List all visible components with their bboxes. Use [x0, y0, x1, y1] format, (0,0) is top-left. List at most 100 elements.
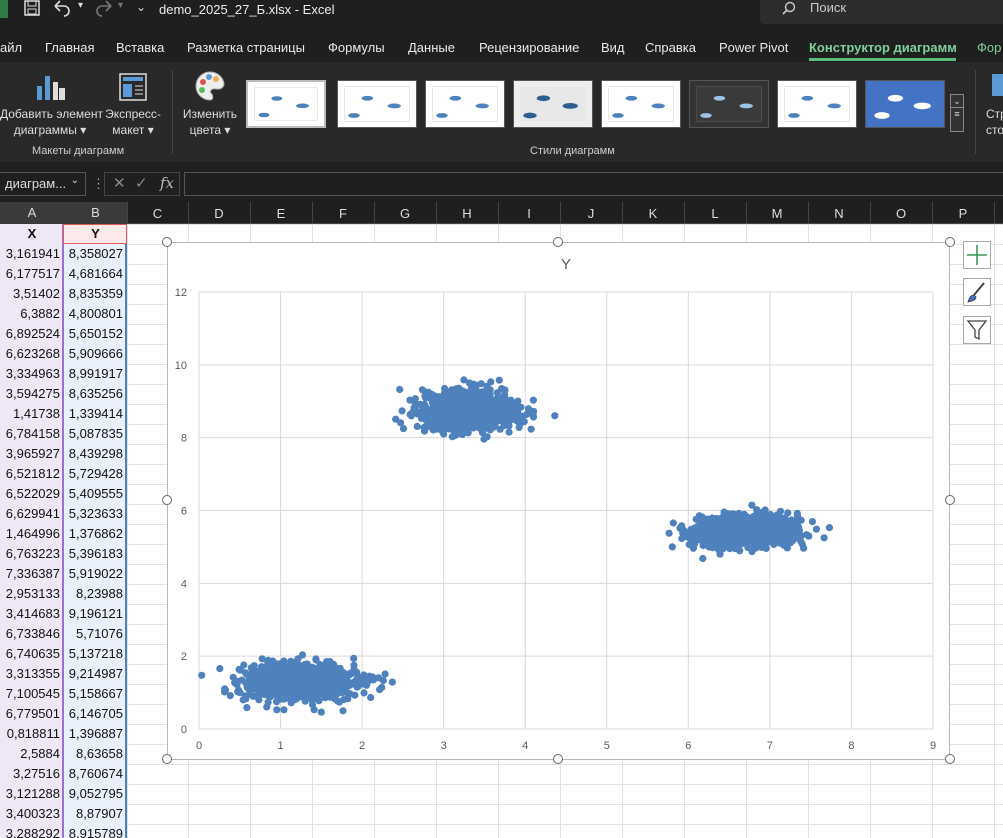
column-header-e[interactable]: E: [250, 206, 312, 221]
table-cell[interactable]: 1,396887: [64, 724, 126, 744]
table-cell[interactable]: 3,288292: [0, 824, 63, 838]
chart-elements-button[interactable]: [963, 241, 991, 269]
tab-power-pivot[interactable]: Power Pivot: [719, 40, 788, 55]
column-header-n[interactable]: N: [808, 206, 870, 221]
chart-style-3[interactable]: [425, 80, 505, 128]
formula-input[interactable]: [184, 172, 1003, 196]
table-cell[interactable]: 3,334963: [0, 364, 63, 384]
table-cell[interactable]: 5,650152: [64, 324, 126, 344]
add-chart-element-button[interactable]: Добавить элемент диаграммы ▾: [0, 66, 103, 142]
table-cell[interactable]: 6,521812: [0, 464, 63, 484]
redo-dropdown-icon[interactable]: ▾: [118, 0, 123, 20]
column-header-i[interactable]: I: [498, 206, 560, 221]
table-cell[interactable]: 6,629941: [0, 504, 63, 524]
header-cell-x[interactable]: X: [0, 224, 64, 244]
chart-style-8[interactable]: [865, 80, 945, 128]
table-cell[interactable]: 5,158667: [64, 684, 126, 704]
table-cell[interactable]: 6,740635: [0, 644, 63, 664]
table-cell[interactable]: 1,339414: [64, 404, 126, 424]
insert-function-button[interactable]: fx: [160, 174, 174, 192]
table-cell[interactable]: 5,396183: [64, 544, 126, 564]
table-cell[interactable]: 2,5884: [0, 744, 63, 764]
save-icon[interactable]: [24, 0, 40, 20]
table-cell[interactable]: 6,779501: [0, 704, 63, 724]
switch-row-column-label[interactable]: Стр: [986, 106, 1003, 122]
table-cell[interactable]: 6,177517: [0, 264, 63, 284]
resize-handle-br[interactable]: [945, 754, 955, 764]
resize-handle-bl[interactable]: [162, 754, 172, 764]
redo-icon[interactable]: [92, 0, 114, 20]
customize-toolbar-icon[interactable]: ⌄: [136, 0, 146, 20]
table-cell[interactable]: 2,953133: [0, 584, 63, 604]
tab-insert[interactable]: Вставка: [116, 40, 164, 55]
table-cell[interactable]: 8,23988: [64, 584, 126, 604]
table-cell[interactable]: 5,919022: [64, 564, 126, 584]
table-cell[interactable]: 6,146705: [64, 704, 126, 724]
table-cell[interactable]: 6,623268: [0, 344, 63, 364]
table-cell[interactable]: 1,464996: [0, 524, 63, 544]
table-cell[interactable]: 5,409555: [64, 484, 126, 504]
table-cell[interactable]: 8,63658: [64, 744, 126, 764]
column-header-k[interactable]: K: [622, 206, 684, 221]
chart-style-4[interactable]: [513, 80, 593, 128]
change-colors-button[interactable]: Изменить цвета ▾: [178, 66, 242, 142]
chart-styles-button[interactable]: [963, 278, 991, 306]
table-cell[interactable]: 8,439298: [64, 444, 126, 464]
resize-handle-mr[interactable]: [945, 495, 955, 505]
resize-handle-ml[interactable]: [162, 495, 172, 505]
table-cell[interactable]: 8,87907: [64, 804, 126, 824]
table-cell[interactable]: 5,909666: [64, 344, 126, 364]
table-cell[interactable]: 3,27516: [0, 764, 63, 784]
table-cell[interactable]: 1,41738: [0, 404, 63, 424]
search-input[interactable]: Поиск: [760, 0, 1003, 24]
table-cell[interactable]: 6,763223: [0, 544, 63, 564]
table-cell[interactable]: 3,121288: [0, 784, 63, 804]
table-cell[interactable]: 6,784158: [0, 424, 63, 444]
chart-area[interactable]: Y 0 1 2 3 4 5 6 7 8 9 0 2 4 6 8 10 12: [167, 242, 950, 760]
chart-style-6[interactable]: [689, 80, 769, 128]
tab-help[interactable]: Справка: [645, 40, 696, 55]
table-cell[interactable]: 3,414683: [0, 604, 63, 624]
resize-handle-tl[interactable]: [162, 237, 172, 247]
chart-style-7[interactable]: [777, 80, 857, 128]
undo-icon[interactable]: [52, 0, 74, 20]
cancel-icon[interactable]: ✕: [113, 174, 126, 192]
column-header-j[interactable]: J: [560, 206, 622, 221]
table-cell[interactable]: 7,336387: [0, 564, 63, 584]
quick-layout-button[interactable]: Экспресс- макет ▾: [102, 66, 164, 142]
table-cell[interactable]: 1,376862: [64, 524, 126, 544]
column-header-a[interactable]: A: [0, 202, 64, 224]
table-cell[interactable]: 8,915789: [64, 824, 126, 838]
table-cell[interactable]: 3,51402: [0, 284, 63, 304]
column-header-f[interactable]: F: [312, 206, 374, 221]
table-cell[interactable]: 5,71076: [64, 624, 126, 644]
column-header-d[interactable]: D: [188, 206, 250, 221]
table-cell[interactable]: 3,965927: [0, 444, 63, 464]
tab-review[interactable]: Рецензирование: [479, 40, 579, 55]
chart-title[interactable]: Y: [561, 256, 571, 273]
column-header-p[interactable]: P: [932, 206, 994, 221]
tab-home[interactable]: Главная: [45, 40, 94, 55]
name-box[interactable]: диаграм... ⌄: [0, 172, 86, 196]
table-cell[interactable]: 9,052795: [64, 784, 126, 804]
chart-style-5[interactable]: [601, 80, 681, 128]
chart-style-2[interactable]: [337, 80, 417, 128]
table-cell[interactable]: 6,892524: [0, 324, 63, 344]
tab-page-layout[interactable]: Разметка страницы: [187, 40, 305, 55]
column-header-m[interactable]: M: [746, 206, 808, 221]
table-cell[interactable]: 3,400323: [0, 804, 63, 824]
header-cell-y[interactable]: Y: [64, 224, 127, 244]
resize-handle-tr[interactable]: [945, 237, 955, 247]
column-header-b[interactable]: B: [64, 202, 127, 224]
column-header-h[interactable]: H: [436, 206, 498, 221]
tab-formulas[interactable]: Формулы: [328, 40, 385, 55]
chart-filters-button[interactable]: [963, 316, 991, 344]
table-cell[interactable]: 9,196121: [64, 604, 126, 624]
tab-chart-design[interactable]: Конструктор диаграмм: [809, 40, 957, 55]
table-cell[interactable]: 6,733846: [0, 624, 63, 644]
column-header-l[interactable]: L: [684, 206, 746, 221]
table-cell[interactable]: 5,323633: [64, 504, 126, 524]
table-cell[interactable]: 6,522029: [0, 484, 63, 504]
tab-view[interactable]: Вид: [601, 40, 625, 55]
resize-handle-bc[interactable]: [553, 754, 563, 764]
